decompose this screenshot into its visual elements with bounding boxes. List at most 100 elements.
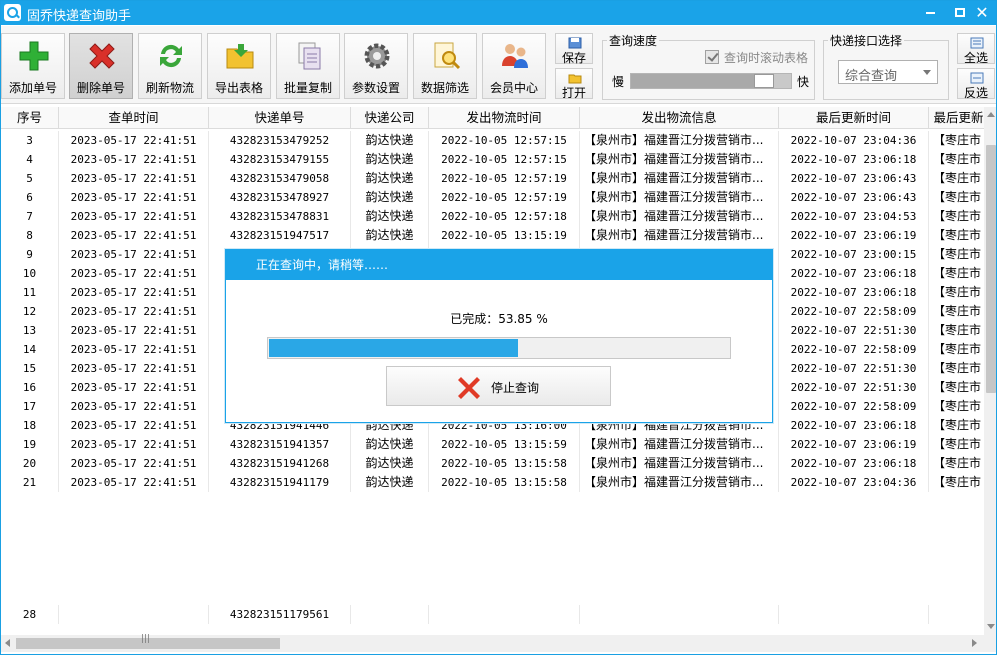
query-speed-title: 查询速度 — [607, 32, 660, 49]
table-row[interactable]: 8 2023-05-17 22:41:51 432823151947517 韵达快递 2… — [1, 226, 984, 245]
copy-documents-icon — [298, 42, 321, 70]
column-header[interactable]: 快递单号 — [209, 107, 351, 129]
table-cell: 2022-10-05 12:57:19 — [429, 169, 580, 188]
column-header[interactable]: 序号 — [1, 107, 59, 129]
table-row[interactable]: 5 2023-05-17 22:41:51 432823153479058 韵达快递 2… — [1, 169, 984, 188]
delete-number-label: 删除单号 — [76, 81, 125, 95]
refresh-logistics-button[interactable]: 刷新物流 — [138, 33, 202, 99]
member-center-label: 会员中心 — [489, 81, 538, 95]
open-button[interactable]: 打开 — [555, 68, 593, 100]
scroll-up-arrow-icon[interactable] — [987, 112, 995, 117]
member-center-button[interactable]: 会员中心 — [482, 33, 546, 99]
table-row[interactable]: 3 2023-05-17 22:41:51 432823153479252 韵达快递 2… — [1, 131, 984, 150]
table-cell: 2023-05-17 22:41:51 — [59, 226, 209, 245]
table-cell: 【枣庄市 — [929, 302, 984, 321]
table-cell: 17 — [1, 397, 59, 416]
window-title: 固乔快递查询助手 — [27, 9, 132, 24]
horizontal-scroll-thumb[interactable] — [16, 634, 280, 649]
export-table-label: 导出表格 — [214, 81, 263, 95]
table-cell: 432823151941357 — [209, 435, 351, 454]
table-cell: 【枣庄市 — [929, 435, 984, 454]
table-cell: 2023-05-17 22:41:51 — [59, 302, 209, 321]
close-button[interactable]: ✕ — [967, 3, 996, 23]
table-cell: 15 — [1, 359, 59, 378]
scroll-down-arrow-icon[interactable] — [987, 624, 995, 629]
table-row[interactable]: 7 2023-05-17 22:41:51 432823153478831 韵达快递 2… — [1, 207, 984, 226]
table-cell: 【泉州市】福建晋江分拨营销市... — [580, 188, 779, 207]
table-cell: 2023-05-17 22:41:51 — [59, 283, 209, 302]
column-header[interactable]: 查单时间 — [59, 107, 209, 129]
table-cell: 12 — [1, 302, 59, 321]
table-cell: 韵达快递 — [351, 188, 429, 207]
scroll-left-arrow-icon[interactable] — [5, 639, 10, 647]
minimize-icon — [925, 11, 935, 14]
table-cell: 韵达快递 — [351, 207, 429, 226]
column-header[interactable]: 最后更新时间 — [779, 107, 929, 129]
table-row[interactable]: 21 2023-05-17 22:41:51 432823151941179 韵达快递… — [1, 473, 984, 492]
table-cell: 28 — [1, 605, 59, 624]
table-cell: 2023-05-17 22:41:51 — [59, 397, 209, 416]
invert-select-label: 反选 — [963, 86, 988, 100]
vertical-scroll-thumb[interactable] — [986, 145, 996, 393]
table-row[interactable]: 4 2023-05-17 22:41:51 432823153479155 韵达快递 2… — [1, 150, 984, 169]
invert-select-button[interactable]: 反选 — [957, 68, 995, 100]
table-cell: 2022-10-07 23:06:18 — [779, 283, 929, 302]
table-row[interactable]: 6 2023-05-17 22:41:51 432823153478927 韵达快递 2… — [1, 188, 984, 207]
scroll-right-arrow-icon[interactable] — [972, 639, 977, 647]
table-header: 序号 查单时间 快递单号 快递公司 发出物流时间 发出物流信息 最后更新时间 最后更新 — [1, 107, 984, 129]
table-row[interactable]: 20 2023-05-17 22:41:51 432823151941268 韵达快递… — [1, 454, 984, 473]
table-cell: 韵达快递 — [351, 131, 429, 150]
plus-icon — [19, 41, 49, 71]
table-cell: 5 — [1, 169, 59, 188]
scroll-table-checkbox[interactable] — [705, 50, 719, 64]
column-header[interactable]: 发出物流时间 — [429, 107, 580, 129]
table-cell: 【泉州市】福建晋江分拨营销市... — [580, 435, 779, 454]
column-header[interactable]: 发出物流信息 — [580, 107, 779, 129]
batch-copy-button[interactable]: 批量复制 — [276, 33, 340, 99]
speed-slider[interactable] — [630, 73, 792, 89]
table-cell: 11 — [1, 283, 59, 302]
table-cell: 2023-05-17 22:41:51 — [59, 169, 209, 188]
export-table-button[interactable]: 导出表格 — [207, 33, 271, 99]
add-number-label: 添加单号 — [8, 81, 57, 95]
delete-number-button[interactable]: 删除单号 — [69, 33, 133, 99]
table-cell: 8 — [1, 226, 59, 245]
title-bar[interactable]: 固乔快递查询助手 ✕ — [1, 1, 996, 25]
table-cell: 2023-05-17 22:41:51 — [59, 359, 209, 378]
table-cell: 6 — [1, 188, 59, 207]
api-select-group: 快递接口选择 综合查询 — [823, 32, 949, 100]
table-cell: 2023-05-17 22:41:51 — [59, 454, 209, 473]
table-cell: 【枣庄市 — [929, 131, 984, 150]
minimize-button[interactable] — [915, 3, 945, 23]
table-row[interactable]: 19 2023-05-17 22:41:51 432823151941357 韵达快递… — [1, 435, 984, 454]
horizontal-scrollbar[interactable] — [1, 634, 984, 652]
select-all-button[interactable]: 全选 — [957, 33, 995, 65]
column-header[interactable]: 快递公司 — [351, 107, 429, 129]
table-cell: 2023-05-17 22:41:51 — [59, 245, 209, 264]
speed-slider-thumb[interactable] — [754, 74, 774, 88]
users-icon — [502, 44, 528, 68]
app-window: 固乔快递查询助手 ✕ 添加单号 删除单号 刷新物流 导出表格 批量复制 参数设置… — [0, 0, 997, 655]
table-cell: 9 — [1, 245, 59, 264]
vertical-scrollbar[interactable] — [984, 107, 996, 635]
parameter-settings-button[interactable]: 参数设置 — [344, 33, 408, 99]
invert-select-icon — [970, 72, 984, 84]
table-cell: 2022-10-05 12:57:15 — [429, 131, 580, 150]
save-icon — [568, 37, 582, 49]
table-cell: 7 — [1, 207, 59, 226]
table-cell — [779, 605, 929, 624]
table-cell: 432823153478831 — [209, 207, 351, 226]
table-cell: 2022-10-05 12:57:19 — [429, 188, 580, 207]
api-select-dropdown[interactable]: 综合查询 — [838, 60, 938, 84]
save-button[interactable]: 保存 — [555, 33, 593, 65]
table-cell: 2022-10-07 23:06:18 — [779, 264, 929, 283]
table-row[interactable]: 28 432823151179561 — [1, 605, 984, 624]
column-header[interactable]: 最后更新 — [929, 107, 984, 129]
folder-export-icon — [226, 44, 254, 69]
table-cell: 2022-10-07 23:04:53 — [779, 207, 929, 226]
data-filter-button[interactable]: 数据筛选 — [413, 33, 477, 99]
open-label: 打开 — [561, 86, 586, 100]
table-cell: 韵达快递 — [351, 454, 429, 473]
stop-query-button[interactable]: 停止查询 — [386, 366, 611, 406]
add-number-button[interactable]: 添加单号 — [1, 33, 65, 99]
